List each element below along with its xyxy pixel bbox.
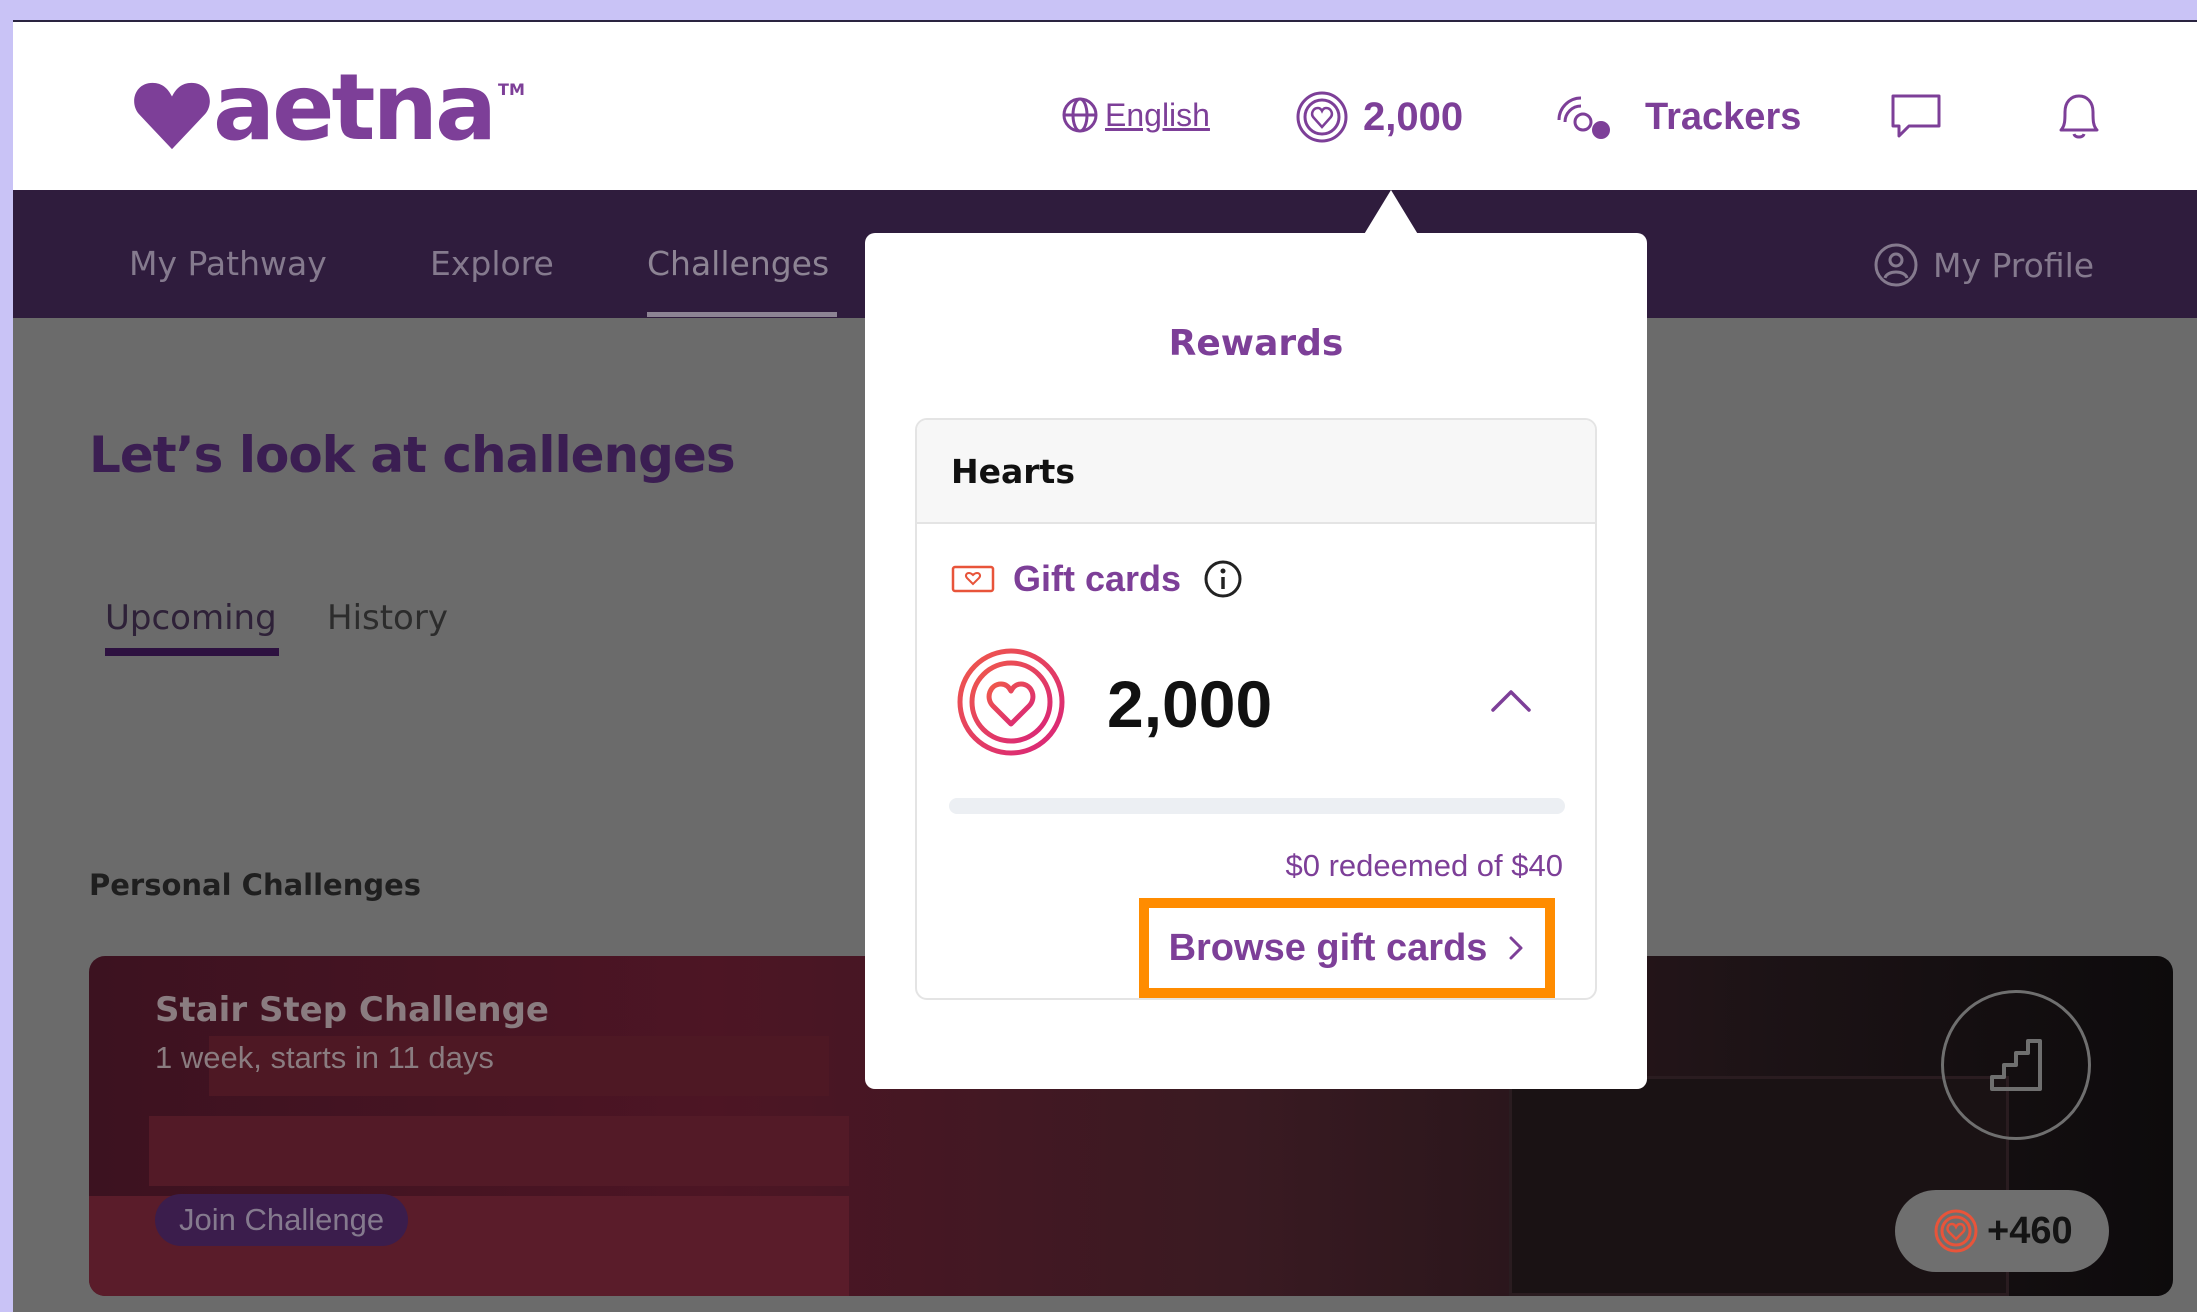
reward-badge: +460 [1895, 1190, 2109, 1272]
redeemed-text: $0 redeemed of $40 [1285, 848, 1564, 883]
aetna-logo[interactable]: aetna TM [133, 62, 525, 154]
rewards-title: Rewards [1168, 323, 1344, 364]
browse-gift-cards-button[interactable]: Browse gift cards [1139, 898, 1555, 998]
my-profile-label: My Profile [1933, 245, 2095, 285]
challenge-subtitle: 1 week, starts in 11 days [155, 1040, 494, 1075]
trackers-button[interactable]: Trackers [1553, 92, 1801, 142]
hearts-coin-icon [957, 648, 1065, 756]
language-label: English [1105, 96, 1210, 133]
hearts-balance-value: 2,000 [1363, 94, 1464, 139]
challenge-title: Stair Step Challenge [155, 990, 549, 1030]
chevron-right-icon [1509, 936, 1523, 960]
section-title: Personal Challenges [89, 868, 422, 902]
browse-gift-cards-label: Browse gift cards [1168, 926, 1488, 969]
gift-cards-row: Gift cards [951, 558, 1243, 600]
info-icon[interactable] [1203, 559, 1243, 599]
tab-active-indicator [105, 648, 279, 656]
chat-icon [1891, 94, 1941, 138]
hearts-balance-button[interactable]: 2,000 [1295, 90, 1463, 144]
stairs-badge [1941, 990, 2091, 1140]
card-decoration [149, 1116, 849, 1186]
redeem-progress-bar [949, 798, 1565, 814]
heart-logo-icon [134, 82, 210, 150]
hearts-panel: Hearts Gift cards 2,000 $0 redeemed of $… [915, 418, 1597, 1000]
nav-explore[interactable]: Explore [430, 244, 554, 283]
nav-active-indicator [647, 312, 837, 317]
chevron-up-icon[interactable] [1489, 686, 1533, 714]
profile-icon [1874, 243, 1918, 287]
brand-name: aetna [213, 54, 497, 161]
page: aetna TM English 2,000 Trackers My Pathw… [13, 20, 2197, 1312]
rewards-popover: Rewards Hearts Gift cards 2,000 $0 redee… [865, 233, 1647, 1089]
nav-challenges[interactable]: Challenges [647, 244, 829, 283]
header: aetna TM English 2,000 Trackers [13, 22, 2197, 190]
hearts-coin-icon [1934, 1209, 1978, 1253]
hearts-balance: 2,000 [1107, 667, 1273, 741]
trackers-label: Trackers [1645, 95, 1802, 138]
reward-value: +460 [1987, 1209, 2073, 1252]
page-title: Let’s look at challenges [89, 426, 736, 484]
nav-my-profile[interactable]: My Profile [1873, 242, 2094, 288]
trademark: TM [498, 80, 525, 99]
language-selector[interactable]: English [1061, 96, 1210, 134]
globe-icon [1062, 97, 1098, 133]
nav-my-pathway[interactable]: My Pathway [129, 244, 327, 283]
tab-upcoming[interactable]: Upcoming [105, 598, 277, 638]
tab-history[interactable]: History [327, 598, 448, 638]
trackers-icon [1557, 96, 1610, 139]
popover-arrow [1363, 190, 1419, 236]
notifications-button[interactable] [2053, 88, 2105, 144]
stairs-icon [1990, 1039, 2042, 1091]
bell-icon [2059, 94, 2099, 139]
messages-button[interactable] [1889, 92, 1943, 140]
gift-cards-label: Gift cards [1013, 558, 1182, 599]
hearts-heading: Hearts [917, 420, 1595, 524]
gift-card-icon [951, 565, 995, 593]
hearts-coin-icon [1296, 91, 1348, 143]
join-challenge-button[interactable]: Join Challenge [155, 1194, 409, 1246]
